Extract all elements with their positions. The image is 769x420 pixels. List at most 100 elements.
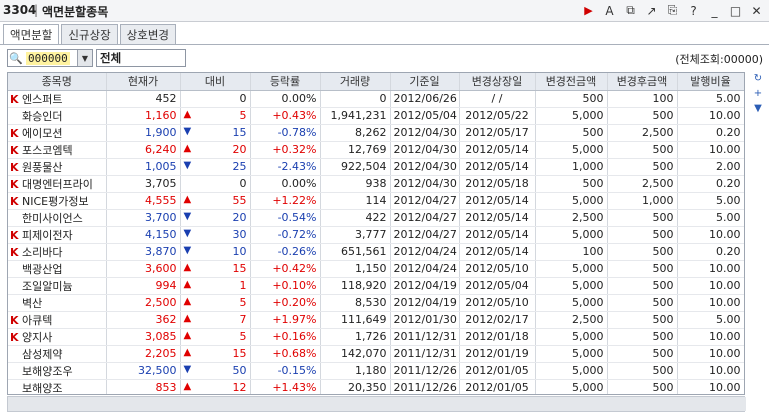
col-header-before-amount[interactable]: 변경전금액 [535, 73, 608, 91]
col-header-listing-date[interactable]: 변경상장일 [459, 73, 536, 91]
cell-rate: +1.22% [250, 192, 321, 210]
cell-price: 32,500 [106, 362, 181, 380]
cell-listing-date: 2012/05/14 [459, 141, 536, 159]
scrollbar-thumb[interactable] [8, 397, 746, 411]
cell-name[interactable]: K 엔스퍼트 [8, 90, 107, 108]
col-header-after-amount[interactable]: 변경후금액 [607, 73, 678, 91]
table-row[interactable]: 백광산업 3,600 ▲ 15 +0.42% 1,150 2012/04/24 2012/05… [8, 260, 744, 278]
tab-new-listing[interactable]: 신규상장 [61, 24, 118, 44]
cell-diff: ▲ 1 [180, 277, 251, 295]
up-arrow-icon: ▲ [183, 279, 192, 290]
cell-listing-date: / / [459, 90, 536, 108]
cell-name[interactable]: 화승인더 [8, 107, 107, 125]
table-row[interactable]: K 양지사 3,085 ▲ 5 +0.16% 1,726 2011/12/31 2012/01/… [8, 328, 744, 346]
col-header-ratio[interactable]: 발행비율 [677, 73, 744, 91]
table-row[interactable]: 보해양조우 32,500 ▼ 50 -0.15% 1,180 2011/12/26 2012/… [8, 362, 744, 380]
horizontal-scrollbar[interactable] [7, 396, 746, 412]
table-row[interactable]: K 소리바다 3,870 ▼ 10 -0.26% 651,561 2012/04/24 2012… [8, 243, 744, 261]
cell-name[interactable]: K 양지사 [8, 328, 107, 346]
cell-base-date: 2012/04/24 [390, 260, 460, 278]
tab-name-change[interactable]: 상호변경 [119, 24, 176, 44]
cell-price: 3,600 [106, 260, 181, 278]
refresh-icon[interactable]: ↻ [751, 72, 765, 85]
search-icon[interactable]: 🔍 [8, 50, 24, 66]
cell-volume: 422 [320, 209, 391, 227]
cell-listing-date: 2012/05/14 [459, 158, 536, 176]
cell-after-amount: 500 [607, 141, 678, 159]
stock-name: 아큐텍 [22, 313, 53, 327]
cell-name[interactable]: K 포스코엠텍 [8, 141, 107, 159]
table-row[interactable]: K 엔스퍼트 452 0 0.00% 0 2012/06/26/ /500 100 5.00 [8, 90, 744, 108]
cell-name[interactable]: 한미사이언스 [8, 209, 107, 227]
split-stock-table[interactable]: 종목명 현재가 대비 등락률 거래량 기준일 변경상장일 변경전금액 변경후금액… [7, 72, 745, 395]
cell-name[interactable]: K 아큐텍 [8, 311, 107, 329]
table-row[interactable]: 한미사이언스 3,700 ▼ 20 -0.54% 422 2012/04/27 2012/05… [8, 209, 744, 227]
cell-price: 3,085 [106, 328, 181, 346]
new-window-icon[interactable]: ⧉ [622, 2, 639, 19]
cell-name[interactable]: K NICE평가정보 [8, 192, 107, 210]
add-icon[interactable]: + [751, 87, 765, 100]
cell-base-date: 2012/04/30 [390, 141, 460, 159]
cell-name[interactable]: K 피제이전자 [8, 226, 107, 244]
table-row[interactable]: K NICE평가정보 4,555 ▲ 55 +1.22% 114 2012/04/27 2012… [8, 192, 744, 210]
cell-diff: ▲ 5 [180, 107, 251, 125]
diff-value: 10 [232, 245, 247, 258]
help-icon[interactable]: ? [685, 2, 702, 19]
cell-name[interactable]: K 소리바다 [8, 243, 107, 261]
copy-icon[interactable]: ⎘ [664, 2, 681, 19]
cell-name[interactable]: K 에이모션 [8, 124, 107, 142]
cell-diff: ▲ 12 [180, 379, 251, 394]
cell-listing-date: 2012/05/14 [459, 192, 536, 210]
stock-code-value[interactable]: 000000 [26, 51, 70, 65]
table-row[interactable]: K 원풍물산 1,005 ▼ 25 -2.43% 922,504 2012/04/30 2012… [8, 158, 744, 176]
table-row[interactable]: K 포스코엠텍 6,240 ▲ 20 +0.32% 12,769 2012/04/30 2012… [8, 141, 744, 159]
cell-name[interactable]: 백광산업 [8, 260, 107, 278]
table-row[interactable]: 화승인더 1,160 ▲ 5 +0.43% 1,941,231 2012/05/04 2012… [8, 107, 744, 125]
kosdaq-marker-icon: K [10, 143, 19, 157]
link-icon[interactable]: ↗ [643, 2, 660, 19]
table-row[interactable]: 벽산 2,500 ▲ 5 +0.20% 8,530 2012/04/19 2012/05/10… [8, 294, 744, 312]
cell-base-date: 2012/04/30 [390, 124, 460, 142]
col-header-rate[interactable]: 등락률 [250, 73, 321, 91]
stock-code-field[interactable]: 🔍 000000 ▼ [7, 49, 93, 67]
cell-name[interactable]: 보해양조 [8, 379, 107, 394]
table-row[interactable]: K 대명엔터프라이 3,705 0 0.00% 938 2012/04/30 2012/05/… [8, 175, 744, 193]
maximize-icon[interactable]: □ [727, 2, 744, 19]
tab-split[interactable]: 액면분할 [3, 24, 60, 45]
filter-bar: 🔍 000000 ▼ 전체 [7, 49, 186, 67]
cell-volume: 111,649 [320, 311, 391, 329]
cell-ratio: 0.20 [677, 124, 744, 142]
play-icon[interactable]: ▶ [580, 2, 597, 19]
cell-diff: ▼ 20 [180, 209, 251, 227]
col-header-base-date[interactable]: 기준일 [390, 73, 460, 91]
cell-price: 1,160 [106, 107, 181, 125]
cell-listing-date: 2012/01/19 [459, 345, 536, 363]
title-bar: 3304 | 액면분할종목 ▶ A ⧉ ↗ ⎘ ? _ □ ✕ [0, 0, 769, 22]
window-title: 액면분할종목 [42, 5, 109, 19]
diff-value: 12 [232, 381, 247, 394]
close-icon[interactable]: ✕ [748, 2, 765, 19]
col-header-volume[interactable]: 거래량 [320, 73, 391, 91]
col-header-price[interactable]: 현재가 [106, 73, 181, 91]
cell-name[interactable]: K 원풍물산 [8, 158, 107, 176]
cell-name[interactable]: 보해양조우 [8, 362, 107, 380]
table-row[interactable]: K 아큐텍 362 ▲ 7 +1.97% 111,649 2012/01/30 2012/02/… [8, 311, 744, 329]
table-row[interactable]: 보해양조 853 ▲ 12 +1.43% 20,350 2011/12/26 2012/01/… [8, 379, 744, 394]
cell-name[interactable]: K 대명엔터프라이 [8, 175, 107, 193]
cell-after-amount: 500 [607, 158, 678, 176]
table-row[interactable]: 조일알미늄 994 ▲ 1 +0.10% 118,920 2012/04/19 2012/05… [8, 277, 744, 295]
cell-name[interactable]: 벽산 [8, 294, 107, 312]
table-row[interactable]: 삼성제약 2,205 ▲ 15 +0.68% 142,070 2011/12/31 2012/… [8, 345, 744, 363]
col-header-diff[interactable]: 대비 [180, 73, 251, 91]
minimize-icon[interactable]: _ [706, 2, 723, 19]
font-icon[interactable]: A [601, 2, 618, 19]
chevron-down-icon[interactable]: ▼ [77, 50, 92, 66]
table-row[interactable]: K 에이모션 1,900 ▼ 15 -0.78% 8,262 2012/04/30 2012/0… [8, 124, 744, 142]
cell-name[interactable]: 삼성제약 [8, 345, 107, 363]
cell-name[interactable]: 조일알미늄 [8, 277, 107, 295]
kosdaq-marker-icon: K [10, 313, 19, 327]
cell-after-amount: 500 [607, 362, 678, 380]
scroll-down-icon[interactable]: ▼ [751, 102, 765, 115]
col-header-name[interactable]: 종목명 [8, 73, 107, 91]
table-row[interactable]: K 피제이전자 4,150 ▼ 30 -0.72% 3,777 2012/04/27 2012/… [8, 226, 744, 244]
